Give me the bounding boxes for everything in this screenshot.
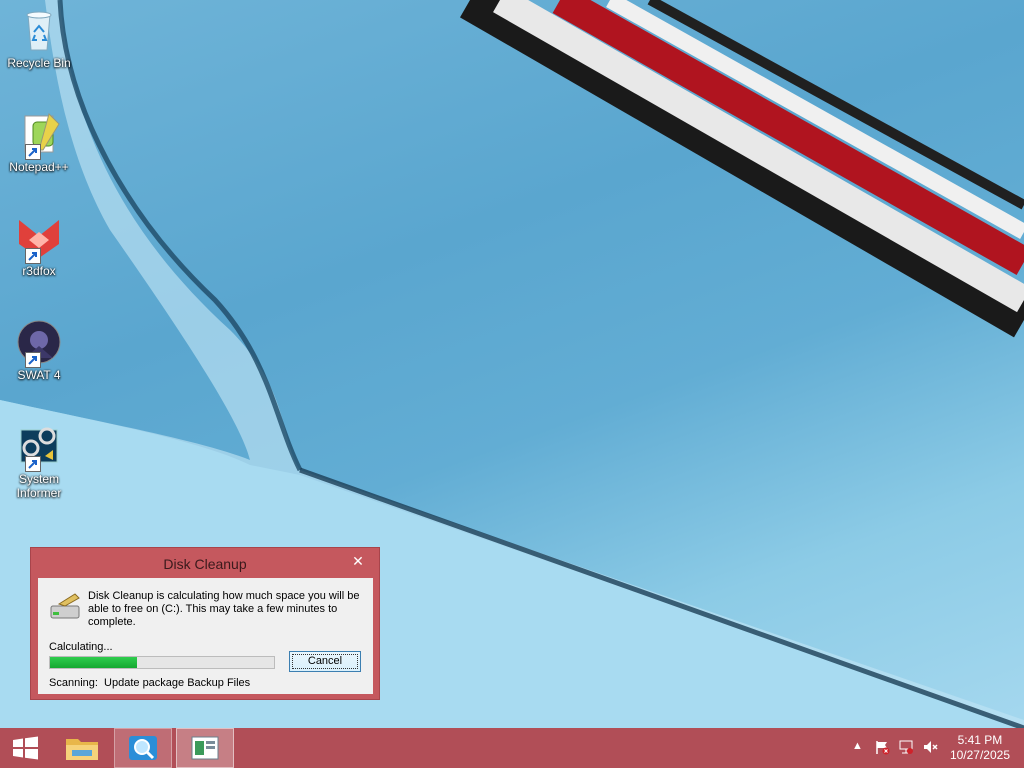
desktop-icon-label: Notepad++: [9, 160, 69, 174]
system-informer-icon: [15, 422, 63, 472]
taskbar-search-app[interactable]: [114, 728, 172, 768]
folder-icon: [66, 739, 98, 760]
progress-bar-fill: [50, 657, 138, 668]
desktop-icon-recycle-bin[interactable]: Recycle Bin: [4, 6, 74, 70]
notepad-plus-plus-icon: [15, 110, 63, 160]
start-button[interactable]: [0, 728, 50, 768]
desktop-icon-label: SWAT 4: [17, 368, 61, 382]
progress-bar: [49, 656, 275, 669]
windows-logo-icon: [13, 736, 38, 760]
taskbar-disk-cleanup[interactable]: [176, 728, 234, 768]
r3dfox-icon: [15, 214, 63, 264]
dialog-title-bar[interactable]: Disk Cleanup ✕: [31, 548, 379, 578]
dialog-body: Disk Cleanup is calculating how much spa…: [38, 578, 373, 694]
shortcut-arrow-icon: [25, 248, 41, 264]
cancel-button[interactable]: Cancel: [289, 651, 361, 672]
disk-cleanup-dialog: Disk Cleanup ✕ Disk Cleanup is calculati…: [30, 547, 380, 700]
shortcut-arrow-icon: [25, 456, 41, 472]
desktop-icon-notepad[interactable]: Notepad++: [4, 110, 74, 174]
desktop-icon-label: Recycle Bin: [7, 56, 71, 70]
clock-time: 5:41 PM: [957, 733, 1003, 747]
status-text: Calculating...: [49, 641, 113, 653]
swat4-icon: [15, 318, 63, 368]
cancel-button-label: Cancel: [292, 654, 358, 669]
magnifier-icon: [129, 736, 157, 760]
action-center-flag-icon[interactable]: [874, 739, 890, 758]
disk-cleanup-window-icon: [191, 736, 219, 760]
desktop-icon-label: r3dfox: [22, 264, 56, 278]
volume-muted-icon[interactable]: [922, 739, 938, 758]
clock-date: 10/27/2025: [949, 748, 1010, 762]
taskbar-clock[interactable]: 5:41 PM 10/27/2025: [950, 733, 1010, 763]
taskbar: ▲ 5:41 PM 10/27/2025: [0, 728, 1024, 768]
show-hidden-icons-icon[interactable]: ▲: [852, 740, 863, 752]
desktop-icon-label: System Informer: [16, 472, 62, 500]
shortcut-arrow-icon: [25, 352, 41, 368]
desktop-icon-system-informer[interactable]: System Informer: [4, 422, 74, 500]
dialog-title: Disk Cleanup: [163, 556, 247, 572]
recycle-bin-icon: [15, 6, 63, 54]
dialog-message: Disk Cleanup is calculating how much spa…: [88, 590, 360, 628]
desktop-icon-r3dfox[interactable]: r3dfox: [4, 214, 74, 278]
close-icon[interactable]: ✕: [345, 552, 371, 570]
taskbar-file-explorer[interactable]: [56, 728, 108, 768]
disk-cleanup-icon: [49, 592, 83, 622]
desktop-icon-swat4[interactable]: SWAT 4: [4, 318, 74, 382]
shortcut-arrow-icon: [25, 144, 41, 160]
scanning-text: Scanning: Update package Backup Files: [49, 677, 251, 689]
network-icon[interactable]: [898, 739, 914, 758]
